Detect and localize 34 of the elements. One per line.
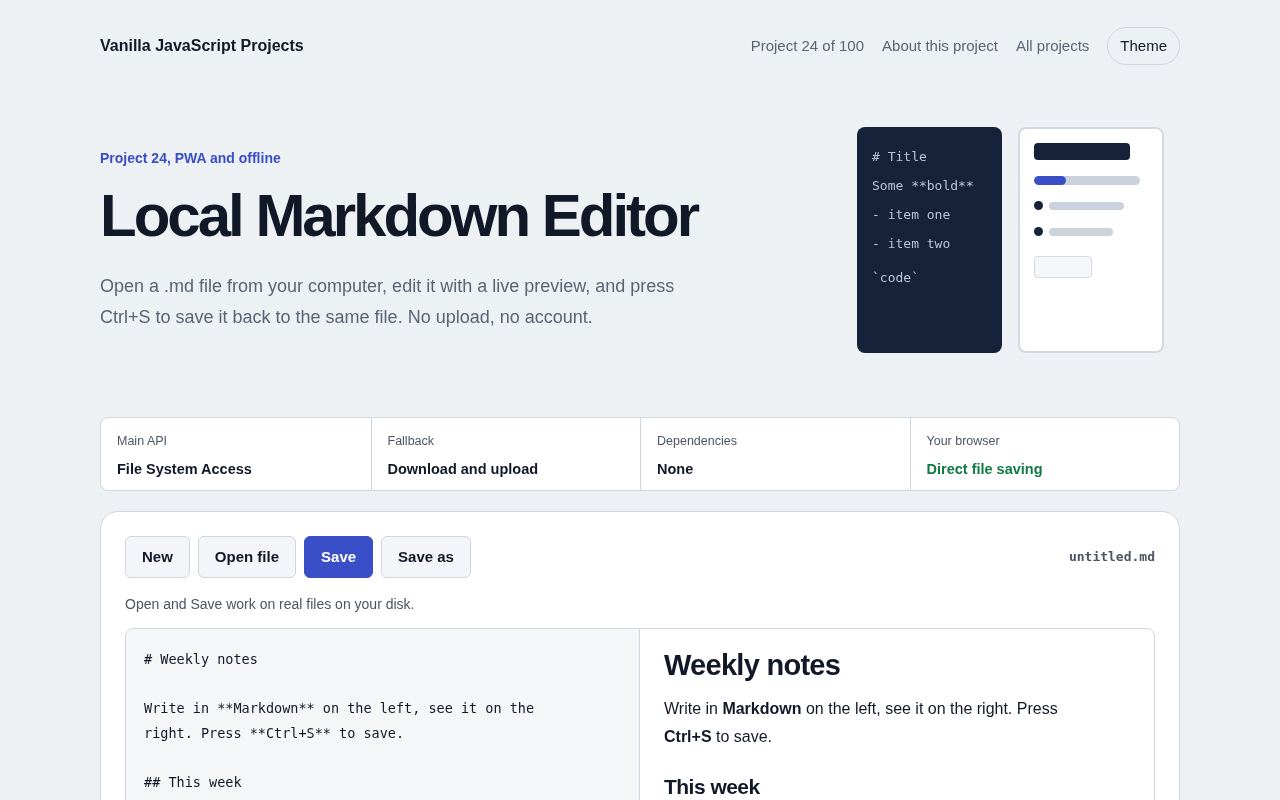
nav-link[interactable]: Project 24 of 100 [750, 34, 865, 58]
fact-label: Dependencies [657, 433, 738, 450]
fact-value: Direct file saving [926, 459, 1044, 479]
fact-value: None [657, 459, 695, 479]
fact-value: File System Access [117, 459, 253, 479]
save-button[interactable]: Save [304, 536, 374, 578]
preview-paragraph: Write in Markdown on the left, see it on the right. Press Ctrl+S to save. [664, 699, 1059, 748]
fact-label: Main API [117, 433, 169, 450]
preview-subheading: This week [664, 774, 761, 800]
toolbar-note: Open and Save work on real files on your disk. [125, 595, 416, 614]
editor-field[interactable]: # Weekly notes Write in **Markdown** on the left, see it on the right. Press **Ctrl+S** to save. ## This week [126, 629, 640, 800]
progress-bar-icon [1034, 176, 1140, 185]
code-line: Some **bold** [872, 177, 975, 195]
nav-link[interactable]: About this project [882, 34, 998, 58]
filename-text: untitled.md [1068, 548, 1155, 567]
brand-title[interactable]: Vanilla JavaScript Projects [100, 34, 304, 58]
eyebrow-text: Project 24, PWA and offline [100, 149, 282, 168]
code-line: - item two [872, 235, 952, 253]
fact-label: Your browser [926, 433, 1001, 450]
page-title: Local Markdown Editor [100, 186, 699, 246]
code-line: # Title [872, 148, 928, 166]
code-line: - item one [872, 206, 952, 224]
toolbar-button[interactable]: New [125, 536, 190, 578]
button-shape-icon [1034, 256, 1092, 278]
toolbar-button[interactable]: Open file [197, 536, 297, 578]
heading-bar-icon [1034, 143, 1130, 160]
fact-label: Fallback [387, 433, 436, 450]
toolbar-button[interactable]: Save as [381, 536, 471, 578]
list-lines-icon [1034, 201, 1124, 236]
fact-value: Download and upload [387, 459, 540, 479]
preview-heading: Weekly notes [664, 648, 842, 683]
nav-link[interactable]: All projects [1015, 34, 1090, 58]
page-description: Open a .md file from your computer, edit it with a live preview, and press Ctrl+S to save it back to the same file. No upload, no account. [100, 275, 676, 329]
code-line: `code` [872, 269, 920, 287]
